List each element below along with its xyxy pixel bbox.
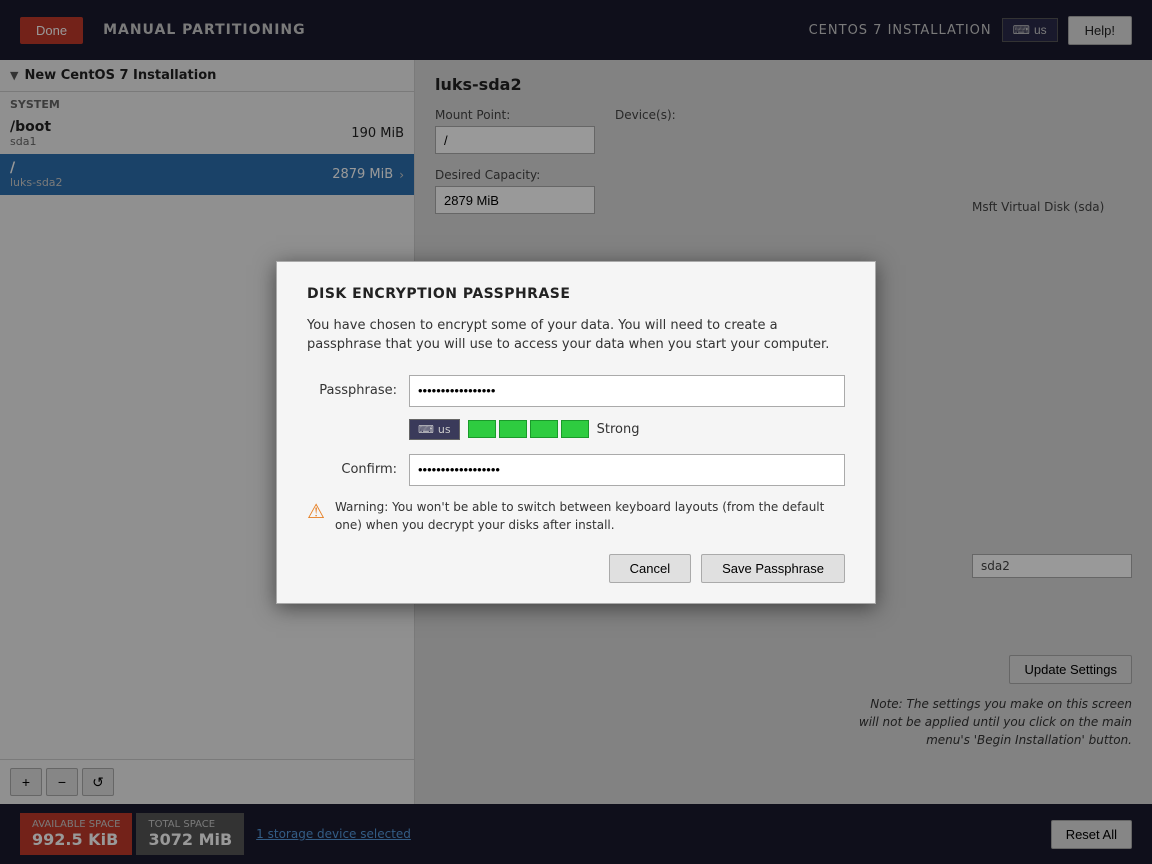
strength-label: Strong bbox=[597, 422, 640, 437]
passphrase-label: Passphrase: bbox=[307, 383, 397, 398]
strength-bar-1 bbox=[468, 420, 496, 438]
keyboard-icon-small: ⌨ bbox=[418, 423, 434, 436]
disk-encryption-dialog: DISK ENCRYPTION PASSPHRASE You have chos… bbox=[276, 261, 876, 604]
passphrase-input[interactable] bbox=[409, 375, 845, 407]
dialog-description: You have chosen to encrypt some of your … bbox=[307, 316, 845, 355]
strength-bar-2 bbox=[499, 420, 527, 438]
keyboard-layout-indicator: us bbox=[438, 423, 451, 436]
cancel-button[interactable]: Cancel bbox=[609, 554, 691, 583]
keyboard-indicator[interactable]: ⌨ us bbox=[409, 419, 460, 440]
strength-bar-3 bbox=[530, 420, 558, 438]
passphrase-field-row: Passphrase: bbox=[307, 375, 845, 407]
dialog-overlay: DISK ENCRYPTION PASSPHRASE You have chos… bbox=[0, 0, 1152, 864]
dialog-title: DISK ENCRYPTION PASSPHRASE bbox=[307, 286, 845, 302]
save-passphrase-button[interactable]: Save Passphrase bbox=[701, 554, 845, 583]
warning-icon: ⚠ bbox=[307, 499, 325, 523]
warning-text: Warning: You won't be able to switch bet… bbox=[335, 498, 845, 534]
confirm-label: Confirm: bbox=[307, 462, 397, 477]
warning-row: ⚠ Warning: You won't be able to switch b… bbox=[307, 498, 845, 534]
confirm-field-row: Confirm: bbox=[307, 454, 845, 486]
strength-row: ⌨ us Strong bbox=[409, 419, 845, 440]
strength-bar-4 bbox=[561, 420, 589, 438]
dialog-buttons: Cancel Save Passphrase bbox=[307, 554, 845, 583]
strength-bars bbox=[468, 420, 589, 438]
confirm-input[interactable] bbox=[409, 454, 845, 486]
